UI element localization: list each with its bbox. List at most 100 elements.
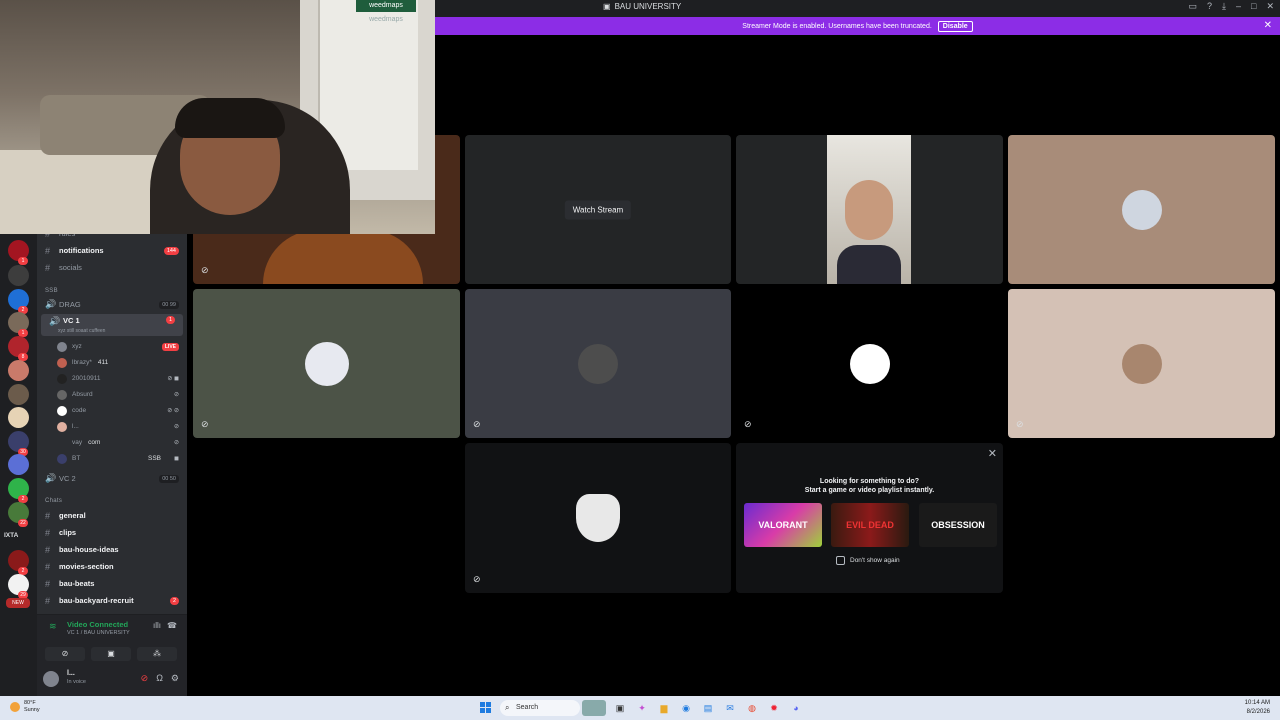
hash-icon: # (45, 262, 51, 273)
channel-name: general (59, 511, 86, 520)
video-tile-stream[interactable]: Watch Stream (465, 135, 731, 284)
activity-card-obsession[interactable]: OBSESSION (919, 503, 997, 547)
voice-user-name: xyz (72, 343, 82, 350)
camera-shirt (837, 245, 901, 284)
avatar-tile-2[interactable]: ⊘ (193, 289, 460, 438)
video-tile-camera[interactable] (736, 135, 1003, 284)
voice-status[interactable]: Video Connected (67, 620, 128, 629)
voice-user-name: Absurd (72, 391, 93, 398)
download-icon[interactable]: ⤓ (1222, 1, 1226, 12)
dont-show-label: Don't show again (850, 557, 900, 564)
voice-user-name: 20010911 (72, 375, 101, 382)
activity-title: Looking for something to do? (819, 478, 920, 485)
server-icon-2[interactable] (8, 265, 29, 286)
voice-user[interactable]: BT SSB ◼ (57, 451, 187, 466)
channel-recruit[interactable]: # bau-backyard-recruit 2 (37, 593, 187, 608)
camera-button[interactable]: ⊘ (45, 647, 85, 661)
category-ssb[interactable]: SSB (45, 288, 58, 294)
activity-subtitle: Start a game or video playlist instantly… (804, 487, 935, 494)
hash-icon: # (45, 527, 51, 538)
channel-beats[interactable]: # bau-beats (37, 576, 187, 591)
voice-user[interactable]: xyz LIVE (57, 339, 187, 354)
voice-user[interactable]: Absurd ⊘ (57, 387, 187, 402)
muted-icon: ⊘ (173, 424, 179, 430)
voice-user[interactable]: 20010911 ⊘ ◼ (57, 371, 187, 386)
channel-movies[interactable]: # movies-section (37, 559, 187, 574)
screen-share-button[interactable]: ▣ (91, 647, 131, 661)
copilot-icon[interactable]: ✦ (634, 700, 650, 716)
avatar-tile-3[interactable]: ⊘ (465, 289, 731, 438)
voice-user-name: BT (72, 455, 81, 462)
window-title-text: BAU UNIVERSITY (614, 2, 682, 11)
taskbar-clock[interactable]: 10:14 AM 8/2/2026 (1245, 699, 1270, 717)
category-chats[interactable]: Chats (45, 498, 62, 504)
maximize-icon[interactable]: □ (1251, 1, 1256, 12)
server-icon-6[interactable] (8, 360, 29, 381)
checkbox[interactable] (836, 556, 845, 565)
gear-icon[interactable]: ⚙ (171, 673, 179, 684)
widget-icon[interactable] (582, 700, 606, 716)
chrome-icon[interactable]: ◍ (744, 700, 760, 716)
headphones-icon[interactable]: Ω (156, 673, 163, 684)
noise-suppression-icon[interactable]: ıllı (153, 621, 161, 630)
user-count: 00 99 (159, 300, 179, 309)
channel-name: movies-section (59, 562, 114, 571)
minimize-icon[interactable]: – (1236, 1, 1241, 12)
task-view-icon[interactable]: ▣ (612, 700, 628, 716)
close-icon[interactable]: ✕ (1266, 1, 1274, 12)
window-title: ▣ BAU UNIVERSITY (603, 2, 681, 11)
camera-face (845, 180, 893, 240)
avatar (57, 438, 67, 448)
user-status: In voice (67, 679, 86, 685)
weather-widget[interactable]: 80°F Sunny (10, 700, 40, 714)
activity-card-evil-dead[interactable]: EVIL DEAD (831, 503, 909, 547)
disconnect-icon[interactable]: ☎ (167, 621, 177, 630)
file-explorer-icon[interactable]: ▆ (656, 700, 672, 716)
close-icon[interactable]: ✕ (988, 447, 997, 460)
channel-notifications[interactable]: # notifications 144 (37, 243, 187, 258)
voice-user[interactable]: code ⊘ ⊘ (57, 403, 187, 418)
voice-buttons: ⊘ ▣ ⁂ (45, 647, 177, 661)
channel-socials[interactable]: # socials (37, 260, 187, 275)
activity-card-valorant[interactable]: VALORANT (744, 503, 822, 547)
taskbar-search[interactable]: ⌕ Search (500, 700, 580, 716)
avatar-tile-1[interactable] (1008, 135, 1275, 284)
banner-close-icon[interactable]: ✕ (1264, 20, 1272, 31)
avatar-tile-6[interactable]: ⊘ (465, 443, 731, 593)
watch-stream-button[interactable]: Watch Stream (564, 200, 632, 219)
discord-icon[interactable]: ◕ (788, 700, 804, 716)
avatar[interactable] (43, 671, 59, 687)
voice-user[interactable]: lbrazy* 411 (57, 355, 187, 370)
server-icon-7[interactable] (8, 384, 29, 405)
mute-icon[interactable]: ⊘ (141, 673, 149, 684)
disable-button[interactable]: Disable (937, 20, 973, 32)
channel-drag[interactable]: 🔊 DRAG 00 99 (37, 297, 187, 312)
server-icon-10[interactable] (8, 454, 29, 475)
edge-icon[interactable]: ◉ (678, 700, 694, 716)
app-icon[interactable]: ✹ (766, 700, 782, 716)
webcam-hair (175, 98, 285, 138)
user-name[interactable]: l... (67, 670, 75, 677)
activities-button[interactable]: ⁂ (137, 647, 177, 661)
voice-user[interactable]: l... ⊘ (57, 419, 187, 434)
avatar (57, 341, 67, 352)
channel-vc2[interactable]: 🔊 VC 2 00 50 (37, 471, 187, 486)
mail-icon[interactable]: ✉ (722, 700, 738, 716)
camera-feed (827, 135, 911, 284)
channel-general[interactable]: # general (37, 508, 187, 523)
muted-icon: ⊘ ◼ (167, 376, 179, 382)
mention-badge: 144 (163, 246, 179, 255)
inbox-icon[interactable]: ▭ (1188, 1, 1197, 12)
dont-show-again[interactable]: Don't show again (836, 556, 900, 565)
voice-user[interactable]: vay com ⊘ (57, 435, 187, 450)
help-icon[interactable]: ? (1207, 1, 1212, 12)
avatar-tile-5[interactable]: ⊘ (1008, 289, 1275, 438)
channel-clips[interactable]: # clips (37, 525, 187, 540)
store-icon[interactable]: ▤ (700, 700, 716, 716)
start-button[interactable] (480, 702, 491, 713)
signal-icon[interactable]: ≋ (49, 621, 57, 632)
server-label-ixta[interactable]: IXTA (4, 532, 18, 539)
avatar-tile-4[interactable]: ⊘ (736, 289, 1003, 438)
server-icon-8[interactable] (8, 407, 29, 428)
channel-house-ideas[interactable]: # bau-house-ideas (37, 542, 187, 557)
